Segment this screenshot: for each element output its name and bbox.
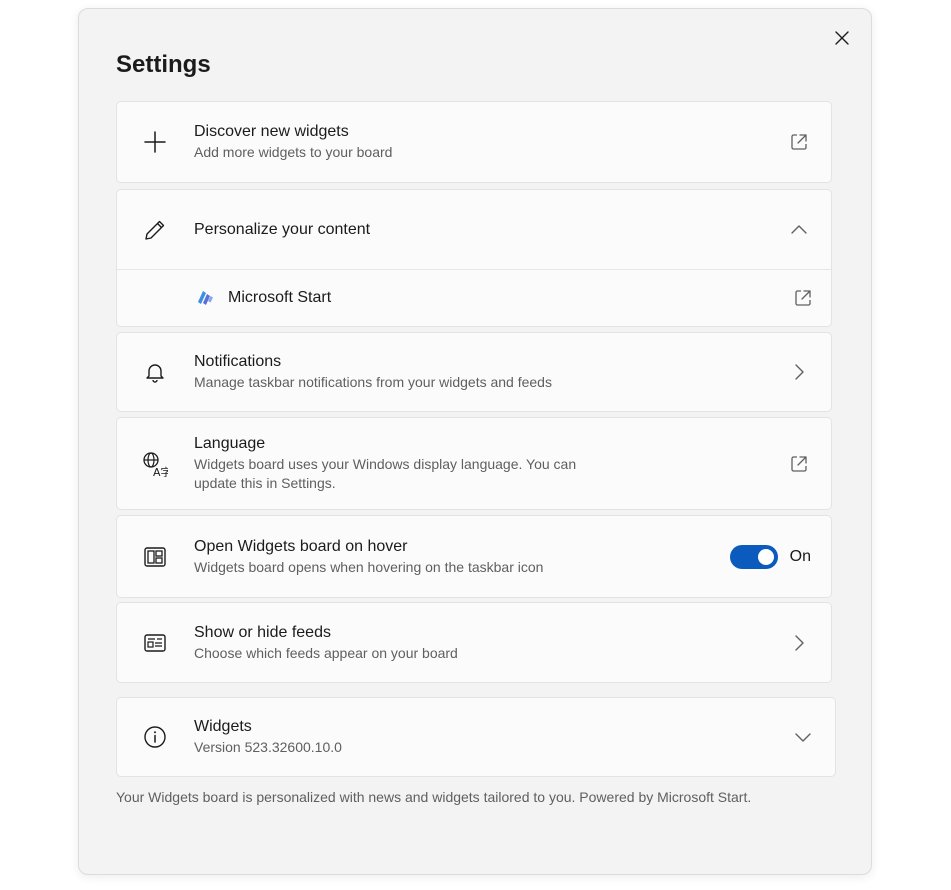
info-icon [141,723,169,751]
discover-widgets-card[interactable]: Discover new widgets Add more widgets to… [116,101,832,183]
language-subtitle-line2: update this in Settings. [194,475,336,491]
personalize-title: Personalize your content [194,220,371,238]
svg-text:A字: A字 [153,465,168,477]
about-title: Widgets [194,718,252,735]
hover-title: Open Widgets board on hover [194,537,408,555]
hover-subtitle: Widgets board opens when hovering on the… [194,558,544,575]
notifications-subtitle: Manage taskbar notifications from your w… [194,374,552,390]
language-icon: A字 [141,450,169,478]
language-subtitle-line1: Widgets board uses your Windows display … [194,456,577,472]
feed-icon [141,629,169,657]
microsoft-start-label: Microsoft Start [228,289,332,306]
page-title: Settings [116,51,211,78]
hover-toggle[interactable] [729,544,778,569]
discover-title: Discover new widgets [194,123,349,140]
personalize-header[interactable]: Personalize your content [117,190,831,269]
about-widgets-card[interactable]: Widgets Version 523.32600.10.0 [116,697,836,777]
chevron-right-icon[interactable] [787,631,811,655]
widgets-board-icon [141,543,169,571]
feeds-subtitle: Choose which feeds appear on your board [194,644,458,661]
discover-subtitle: Add more widgets to your board [194,144,393,160]
microsoft-start-icon [191,284,219,312]
notifications-title: Notifications [194,353,282,370]
microsoft-start-item[interactable]: Microsoft Start [117,270,831,326]
plus-icon [141,128,169,156]
feeds-title: Show or hide feeds [194,623,331,641]
notifications-card[interactable]: Notifications Manage taskbar notificatio… [116,332,832,412]
close-button[interactable] [829,25,855,51]
toggle-knob [757,548,774,565]
chevron-up-icon[interactable] [787,218,811,242]
bell-icon [141,358,169,386]
open-external-icon[interactable] [791,286,815,310]
open-external-icon[interactable] [787,130,811,154]
version-text: Version 523.32600.10.0 [194,739,342,755]
chevron-down-icon[interactable] [791,725,815,749]
chevron-right-icon[interactable] [787,360,811,384]
personalize-card: Personalize your content Microsoft Start [116,189,832,327]
hover-setting-card: Open Widgets board on hover Widgets boar… [116,515,832,598]
open-external-icon[interactable] [787,452,811,476]
pencil-icon [141,216,169,244]
language-title: Language [194,435,266,452]
toggle-state-label: On [789,547,811,565]
feeds-card[interactable]: Show or hide feeds Choose which feeds ap… [116,602,832,683]
close-icon [835,31,849,45]
footer-note: Your Widgets board is personalized with … [116,789,752,805]
language-card[interactable]: A字 Language Widgets board uses your Wind… [116,417,832,510]
settings-panel: Settings Discover new widgets Add more w… [78,8,872,875]
